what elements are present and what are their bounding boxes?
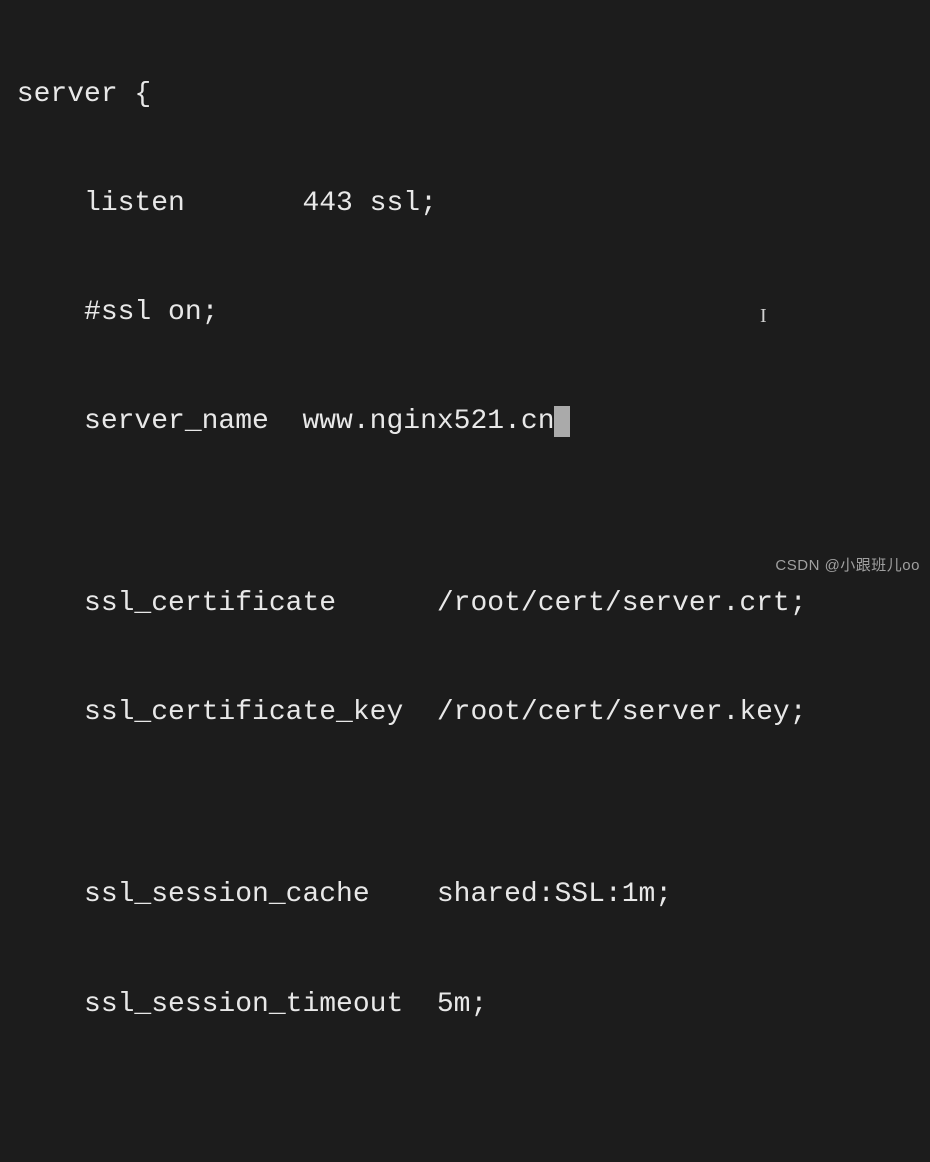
code-line: listen 443 ssl; [0, 186, 930, 222]
code-line: ssl_session_cache shared:SSL:1m; [0, 877, 930, 913]
code-line: ssl_certificate_key /root/cert/server.ke… [0, 695, 930, 731]
code-line: #ssl on; [0, 295, 930, 331]
code-line: ssl_certificate /root/cert/server.crt; [0, 586, 930, 622]
code-editor-viewport[interactable]: server { listen 443 ssl; #ssl on; server… [0, 4, 930, 1162]
code-text: server_name www.nginx521.cn [0, 406, 555, 437]
code-line: server { [0, 77, 930, 113]
code-line: ssl_session_timeout 5m; [0, 987, 930, 1023]
block-cursor [554, 406, 571, 437]
code-line-with-cursor: server_name www.nginx521.cn [0, 404, 930, 440]
watermark-text: CSDN @小跟班儿oo [775, 556, 920, 576]
